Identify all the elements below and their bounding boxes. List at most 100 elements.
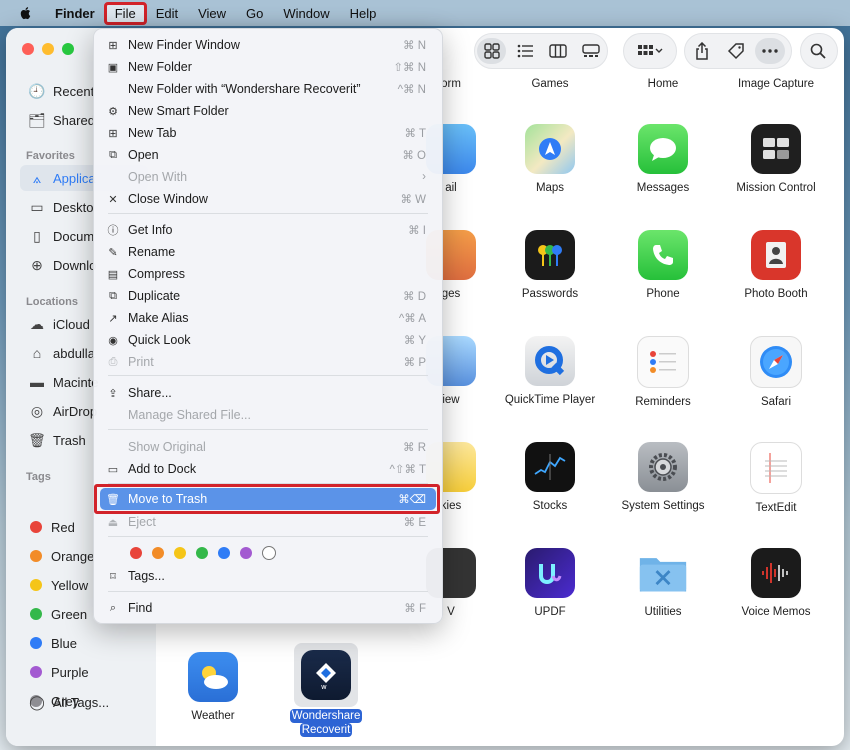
mission-control-icon [751, 124, 801, 174]
app-item-messages[interactable]: Messages [608, 124, 718, 194]
app-item-safari[interactable]: Safari [721, 336, 831, 408]
menu-new-finder-window[interactable]: ⊞ New Finder Window ⌘ N [100, 35, 436, 55]
menu-compress[interactable]: ▤ Compress [100, 264, 436, 284]
menu-get-info[interactable]: ⓘ Get Info ⌘ I [100, 220, 436, 240]
menu-rename[interactable]: ✎ Rename [100, 242, 436, 262]
menu-close-window[interactable]: ✕ Close Window ⌘ W [100, 189, 436, 209]
app-item-weather[interactable]: Weather [158, 652, 268, 722]
menu-share[interactable]: ⇪ Share... [100, 383, 436, 403]
menu-tag-color-dot[interactable] [130, 547, 142, 559]
menu-tag-color-dot[interactable] [196, 547, 208, 559]
menu-tag-color-dot[interactable] [174, 547, 186, 559]
menu-separator [108, 591, 428, 592]
app-item-maps[interactable]: Maps [495, 124, 605, 194]
app-item-mission-control[interactable]: Mission Control [721, 124, 831, 194]
gallery-icon [581, 44, 600, 57]
app-item-utilities[interactable]: Utilities [608, 548, 718, 618]
search-button[interactable] [800, 33, 838, 69]
more-button[interactable] [755, 38, 785, 64]
app-item-games[interactable]: Games [495, 78, 605, 90]
updf-icon [525, 548, 575, 598]
menubar-view[interactable]: View [189, 4, 235, 23]
menu-tag-color-dot[interactable] [218, 547, 230, 559]
duplicate-icon: ⧉ [109, 289, 117, 302]
app-item-home[interactable]: Home [608, 78, 718, 90]
cloud-icon: ☁ [30, 315, 44, 332]
app-item-photo-booth[interactable]: Photo Booth [721, 230, 831, 300]
column-view-button[interactable] [541, 34, 574, 68]
menu-new-tab[interactable]: ⊞ New Tab ⌘ T [100, 123, 436, 143]
app-item-updf[interactable]: UPDF [495, 548, 605, 618]
menu-find[interactable]: ⌕ Find ⌘ F [100, 598, 436, 618]
house-icon: ⌂ [32, 345, 42, 361]
app-item-quicktime[interactable]: QuickTime Player [495, 336, 605, 406]
menu-print: ⎙ Print ⌘ P [100, 352, 436, 372]
list-view-button[interactable] [508, 34, 541, 68]
app-item-image-capture[interactable]: Image Capture [721, 78, 831, 90]
info-icon: ⓘ [107, 225, 119, 237]
ellipsis-icon [762, 49, 778, 53]
tag-color-dot [30, 521, 42, 533]
menu-duplicate[interactable]: ⧉ Duplicate ⌘ D [100, 286, 436, 306]
app-item-voice-memos[interactable]: Voice Memos [721, 548, 831, 618]
close-window-button[interactable] [22, 43, 34, 55]
app-item-stocks[interactable]: Stocks [495, 442, 605, 512]
folder-plus-icon: ▣ [107, 61, 119, 74]
menubar-edit[interactable]: Edit [147, 4, 187, 23]
tag-color-dot [30, 579, 42, 591]
file-menu: ⊞ New Finder Window ⌘ N ▣ New Folder ⇧⌘ N Ne… [93, 28, 443, 624]
search-icon [801, 34, 835, 68]
app-item-reminders[interactable]: Reminders [608, 336, 718, 408]
favorites-header: Favorites [26, 150, 75, 162]
app-item-textedit[interactable]: TextEdit [721, 442, 831, 514]
menu-tag-colors [130, 543, 466, 563]
menu-open[interactable]: ⧉ Open ⌘ O [100, 145, 436, 165]
new-window-icon: ⊞ [108, 39, 118, 52]
menubar-help[interactable]: Help [341, 4, 386, 23]
menu-make-alias[interactable]: ↗ Make Alias ^⌘ A [100, 308, 436, 328]
zoom-window-button[interactable] [62, 43, 74, 55]
menu-new-folder[interactable]: ▣ New Folder ⇧⌘ N [100, 57, 436, 77]
menu-tag-color-dot[interactable] [262, 546, 276, 560]
annotation-highlight-box [94, 484, 440, 514]
disk-icon: ▬ [30, 374, 44, 390]
apple-logo-icon[interactable] [16, 5, 36, 21]
menu-new-folder-with[interactable]: New Folder with “Wondershare Recoverit” ^… [100, 79, 436, 99]
app-item-passwords[interactable]: Passwords [495, 230, 605, 300]
menubar-go[interactable]: Go [237, 4, 272, 23]
gear-icon: ⚙ [108, 105, 118, 118]
menubar-window[interactable]: Window [274, 4, 338, 23]
minimize-window-button[interactable] [42, 43, 54, 55]
menu-new-smart-folder[interactable]: ⚙ New Smart Folder [100, 101, 436, 121]
messages-icon [638, 124, 688, 174]
menu-quick-look[interactable]: ◉ Quick Look ⌘ Y [100, 330, 436, 350]
tag-button[interactable] [719, 34, 753, 68]
printer-icon: ⎙ [108, 355, 118, 368]
menu-tag-color-dot[interactable] [240, 547, 252, 559]
menubar: Finder File Edit View Go Window Help [0, 0, 850, 26]
search-icon: ⌕ [109, 601, 117, 614]
group-button[interactable] [623, 33, 677, 69]
menu-separator [108, 375, 428, 376]
menu-add-to-dock[interactable]: ▭ Add to Dock ^⇧⌘ T [100, 459, 436, 479]
share-button[interactable] [685, 34, 719, 68]
sidebar-tag-purple[interactable]: Purple [20, 659, 148, 685]
pencil-icon: ✎ [108, 246, 118, 259]
app-item-wondershare-recoverit[interactable]: w Wondershare Recoverit [271, 643, 381, 737]
sidebar-item-all-tags[interactable]: ◯ All Tags... [20, 689, 148, 715]
archive-icon: ▤ [107, 268, 119, 281]
menu-tag-color-dot[interactable] [152, 547, 164, 559]
airdrop-icon: ◎ [30, 402, 44, 419]
menubar-file[interactable]: File [103, 1, 147, 25]
app-item-phone[interactable]: Phone [608, 230, 718, 300]
passwords-icon [525, 230, 575, 280]
menubar-app-name[interactable]: Finder [46, 4, 104, 23]
gallery-view-button[interactable] [574, 34, 607, 68]
app-item-system-settings[interactable]: System Settings [608, 442, 718, 512]
view-switcher [474, 33, 608, 69]
menu-tags[interactable]: ⌑ Tags... [100, 566, 436, 586]
shared-folder-icon: 🗂 [28, 111, 46, 128]
sidebar-tag-blue[interactable]: Blue [20, 630, 148, 656]
icon-view-button[interactable] [477, 38, 507, 64]
menu-separator [108, 213, 428, 214]
